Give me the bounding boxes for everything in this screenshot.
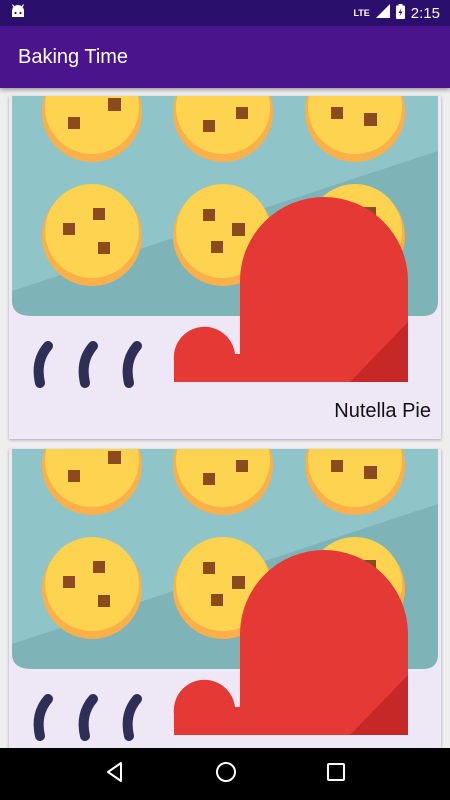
clock: 2:15 [410,4,440,22]
network-type-label: LTE [353,8,370,18]
recipe-list[interactable]: Nutella Pie [0,88,450,748]
recipe-card[interactable] [9,449,441,748]
recipe-illustration [12,96,438,388]
app-title: Baking Time [18,45,129,68]
signal-icon [375,4,390,22]
navigation-bar [0,748,450,800]
battery-icon [395,3,405,23]
steam-lines [33,694,142,741]
recents-icon[interactable] [326,762,346,787]
android-icon [10,3,26,23]
recipe-card[interactable]: Nutella Pie [9,96,441,439]
recipe-illustration [12,449,438,741]
app-bar: Baking Time [0,26,450,88]
home-icon[interactable] [215,761,237,788]
status-bar: LTE 2:15 [0,0,450,26]
recipe-name: Nutella Pie [334,400,431,422]
back-icon[interactable] [104,761,126,788]
steam-lines [33,341,142,388]
